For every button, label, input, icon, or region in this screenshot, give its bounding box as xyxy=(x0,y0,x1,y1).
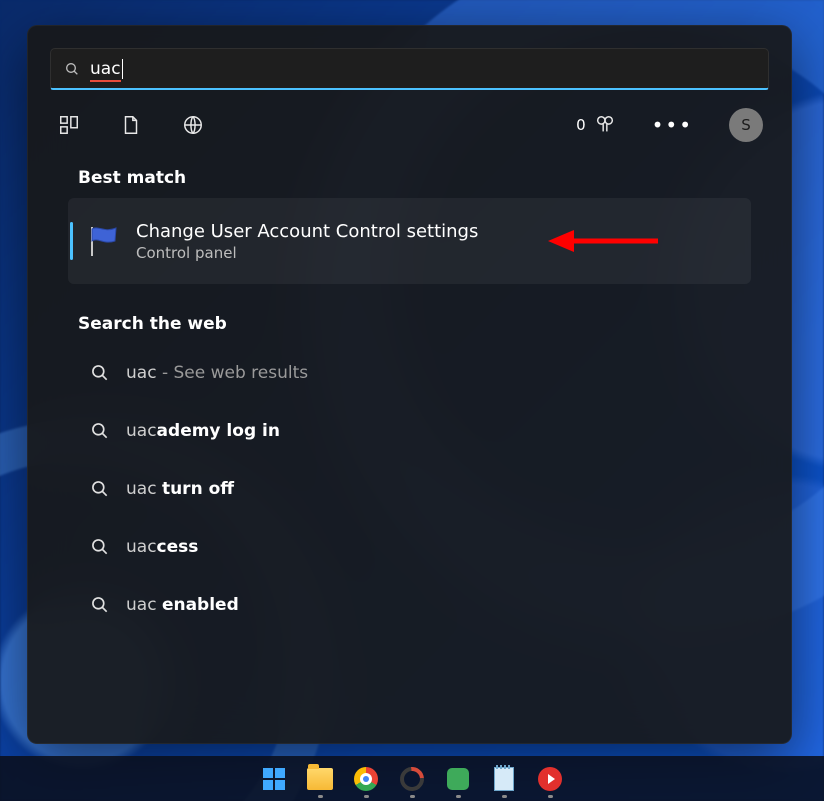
file-explorer-icon[interactable] xyxy=(305,764,335,794)
taskbar xyxy=(0,756,824,801)
loader-app-icon[interactable] xyxy=(397,764,427,794)
search-icon xyxy=(90,595,110,615)
web-filter-icon[interactable] xyxy=(180,112,206,138)
notepad-icon[interactable] xyxy=(489,764,519,794)
user-avatar[interactable]: S xyxy=(729,108,763,142)
start-search-panel: uac 0 ••• S Best match xyxy=(27,25,792,744)
chat-app-icon[interactable] xyxy=(443,764,473,794)
chrome-icon[interactable] xyxy=(351,764,381,794)
web-suggestion-item[interactable]: uac enabled xyxy=(50,576,769,634)
search-web-heading: Search the web xyxy=(50,288,769,344)
search-icon xyxy=(90,421,110,441)
web-suggestion-item[interactable]: uac - See web results xyxy=(50,344,769,402)
search-input-container[interactable]: uac xyxy=(50,48,769,90)
search-icon xyxy=(90,537,110,557)
web-suggestion-item[interactable]: uaccess xyxy=(50,518,769,576)
filter-row: 0 ••• S xyxy=(50,96,769,154)
rewards-indicator[interactable]: 0 xyxy=(576,114,616,136)
web-suggestion-item[interactable]: uac turn off xyxy=(50,460,769,518)
media-app-icon[interactable] xyxy=(535,764,565,794)
more-options-icon[interactable]: ••• xyxy=(652,113,693,137)
annotation-arrow-icon xyxy=(548,226,658,256)
start-button[interactable] xyxy=(259,764,289,794)
web-suggestion-item[interactable]: uacademy log in xyxy=(50,402,769,460)
best-match-result[interactable]: Change User Account Control settings Con… xyxy=(68,198,751,284)
best-match-title: Change User Account Control settings xyxy=(136,221,478,242)
documents-filter-icon[interactable] xyxy=(118,112,144,138)
web-suggestions-list: uac - See web results uacademy log in ua… xyxy=(50,344,769,634)
search-icon xyxy=(90,479,110,499)
apps-filter-icon[interactable] xyxy=(56,112,82,138)
search-icon xyxy=(64,61,80,77)
search-icon xyxy=(90,363,110,383)
best-match-subtitle: Control panel xyxy=(136,244,478,262)
control-panel-flag-icon xyxy=(86,223,122,259)
best-match-heading: Best match xyxy=(50,154,769,198)
search-query-text: uac xyxy=(90,59,123,79)
